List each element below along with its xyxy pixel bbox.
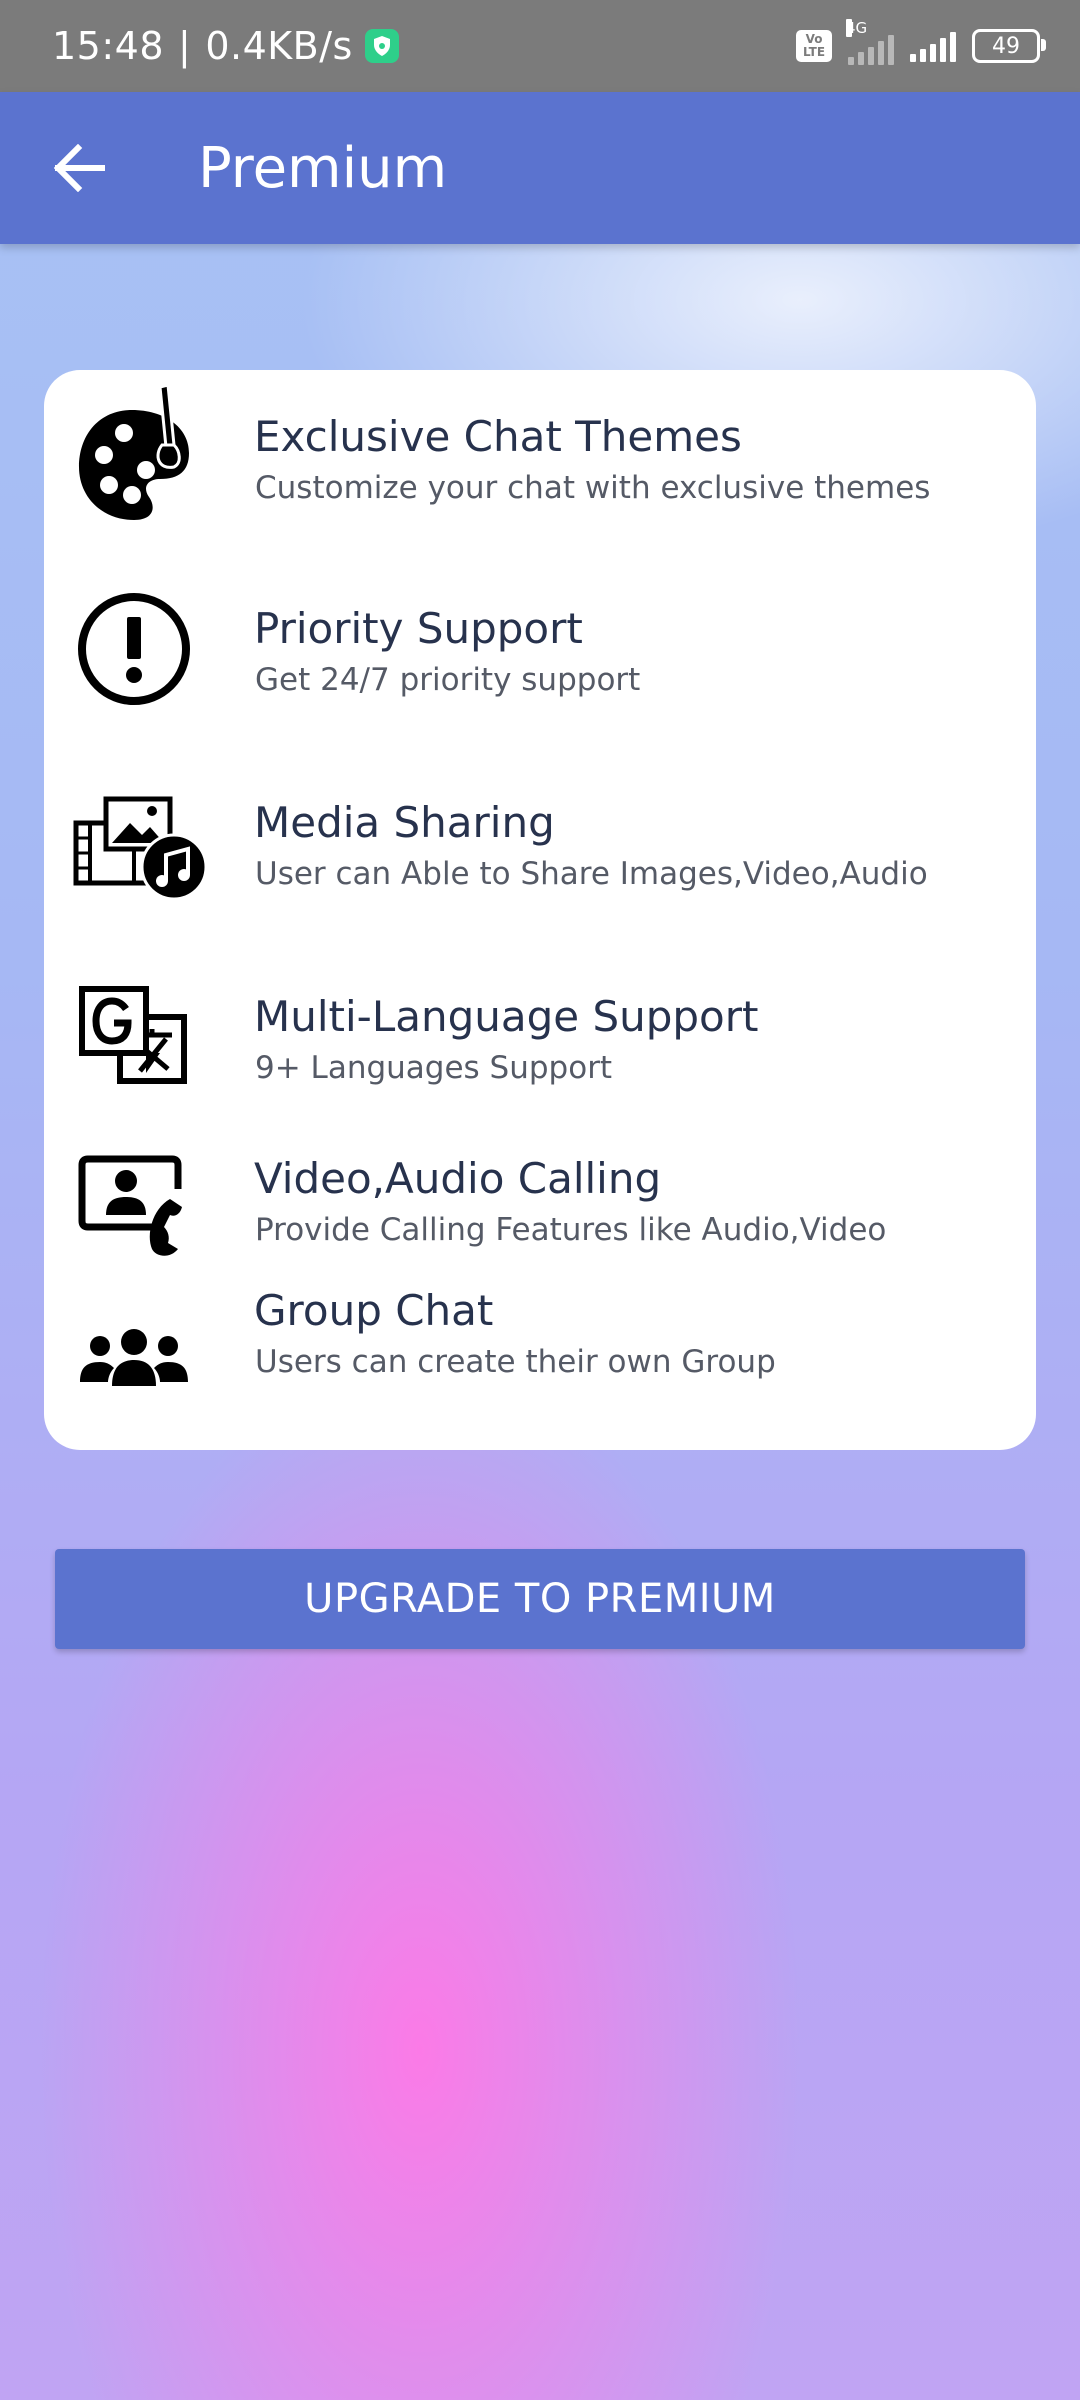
back-button[interactable] <box>40 128 120 208</box>
volte-icon: Vo LTE <box>796 30 832 62</box>
status-separator: | <box>178 24 192 68</box>
translate-icon <box>74 972 194 1102</box>
feature-item-calling: Video,Audio Calling Provide Calling Feat… <box>44 1140 1036 1290</box>
network-type: 4G <box>846 19 868 37</box>
feature-title: Video,Audio Calling <box>254 1154 662 1203</box>
battery-icon: 49 <box>972 29 1046 63</box>
feature-title: Multi-Language Support <box>254 992 759 1041</box>
app-bar: Premium <box>0 92 1080 244</box>
feature-item-media-sharing: Media Sharing User can Able to Share Ima… <box>44 778 1036 928</box>
feature-title: Group Chat <box>254 1286 494 1335</box>
media-icon <box>72 778 212 908</box>
status-left: 15:48 | 0.4KB/s <box>52 0 399 92</box>
feature-description: Provide Calling Features like Audio,Vide… <box>255 1212 887 1248</box>
feature-title: Exclusive Chat Themes <box>254 412 742 461</box>
status-bar: 15:48 | 0.4KB/s Vo LTE 4G 49 <box>0 0 1080 92</box>
signal-icon <box>910 30 956 62</box>
feature-title: Media Sharing <box>254 798 555 847</box>
group-icon <box>74 1296 194 1426</box>
feature-title: Priority Support <box>254 604 583 653</box>
video-call-icon <box>74 1140 194 1270</box>
page-title: Premium <box>198 135 448 201</box>
clock: 15:48 <box>52 24 165 68</box>
network-speed: 0.4KB/s <box>205 24 353 68</box>
palette-icon <box>74 385 194 520</box>
status-right: Vo LTE 4G 49 <box>796 0 1046 92</box>
signal-4g-icon: 4G <box>846 19 894 65</box>
upgrade-to-premium-button[interactable]: UPGRADE TO PREMIUM <box>55 1549 1025 1649</box>
features-card: Exclusive Chat Themes Customize your cha… <box>44 370 1036 1450</box>
feature-description: User can Able to Share Images,Video,Audi… <box>255 856 928 892</box>
feature-item-chat-themes: Exclusive Chat Themes Customize your cha… <box>44 385 1036 540</box>
arrow-left-icon <box>54 144 105 192</box>
feature-item-group-chat: Group Chat Users can create their own Gr… <box>44 1286 1036 1456</box>
shield-icon <box>364 29 399 63</box>
feature-description: 9+ Languages Support <box>255 1050 613 1086</box>
exclamation-circle-icon <box>74 584 194 714</box>
feature-description: Users can create their own Group <box>255 1344 776 1380</box>
feature-description: Customize your chat with exclusive theme… <box>255 470 931 506</box>
feature-item-priority-support: Priority Support Get 24/7 priority suppo… <box>44 584 1036 734</box>
battery-level: 49 <box>992 33 1020 59</box>
volte-bottom: LTE <box>802 45 826 59</box>
feature-item-multi-language: Multi-Language Support 9+ Languages Supp… <box>44 972 1036 1122</box>
feature-description: Get 24/7 priority support <box>255 662 641 698</box>
